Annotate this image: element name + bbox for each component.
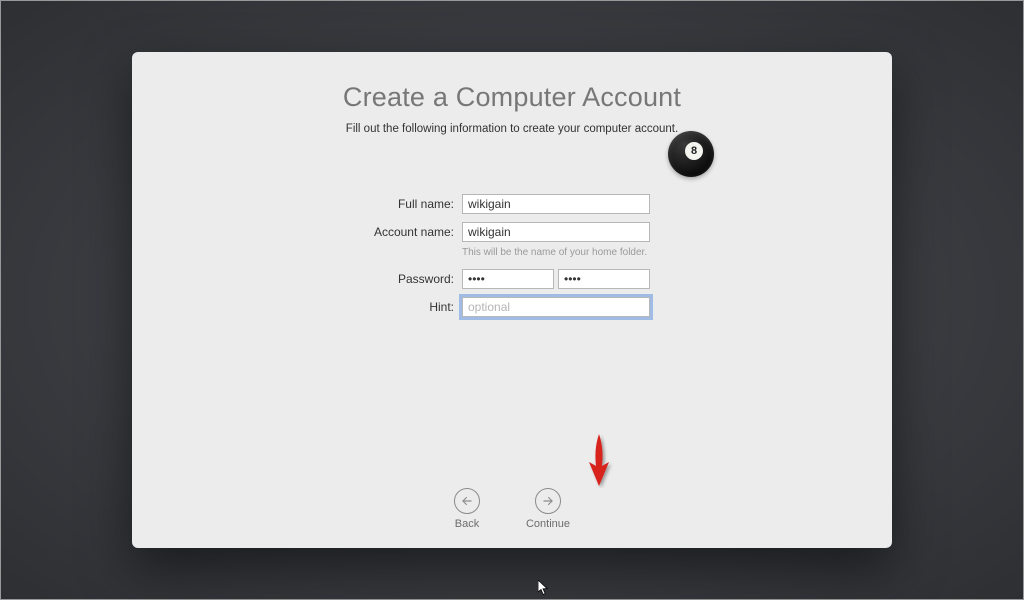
continue-button[interactable]: Continue [526,488,570,530]
avatar-picker[interactable]: 8 [668,131,714,177]
continue-label: Continue [526,518,570,530]
setup-panel: Create a Computer Account Fill out the f… [132,52,892,548]
full-name-label: Full name: [172,197,462,211]
password-verify-input[interactable] [558,269,650,289]
back-label: Back [455,518,479,530]
back-button[interactable]: Back [454,488,480,530]
footer-nav: Back Continue [172,488,852,534]
arrow-right-icon [535,488,561,514]
eight-ball-icon: 8 [685,142,703,160]
account-name-label: Account name: [172,225,462,239]
mouse-cursor-icon [538,580,550,596]
password-input[interactable] [462,269,554,289]
full-name-input[interactable] [462,194,650,214]
annotation-arrow-icon [582,432,616,488]
hint-input[interactable] [462,297,650,317]
page-title: Create a Computer Account [172,82,852,113]
arrow-left-icon [454,488,480,514]
account-name-helper: This will be the name of your home folde… [462,247,852,258]
desktop-background: Create a Computer Account Fill out the f… [0,0,1024,600]
password-label: Password: [172,272,462,286]
page-subtitle: Fill out the following information to cr… [172,123,852,135]
account-form: 8 Full name: Account name: This will be … [172,135,852,318]
account-name-input[interactable] [462,222,650,242]
hint-label: Hint: [172,300,462,314]
